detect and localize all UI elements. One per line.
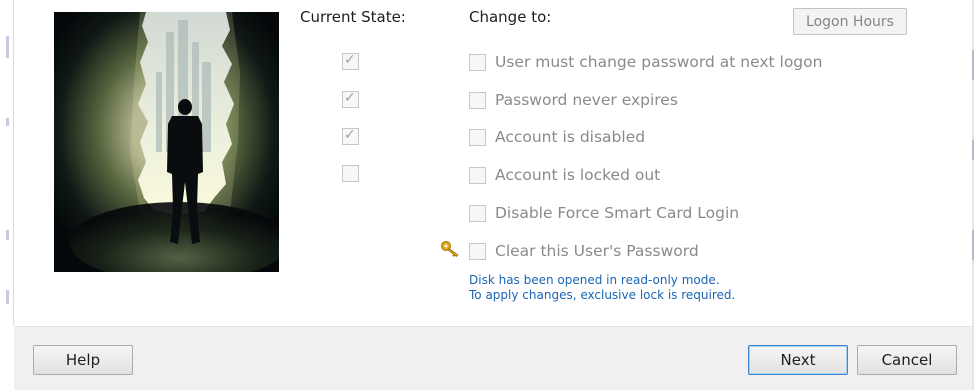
must-change-password-label: User must change password at next logon [495, 53, 823, 71]
option-password-never-expires[interactable]: Password never expires [469, 90, 678, 110]
logon-hours-button[interactable]: Logon Hours [793, 8, 907, 35]
option-clear-user-password[interactable]: Clear this User's Password [469, 241, 699, 261]
change-to-heading: Change to: [469, 8, 552, 26]
option-must-change-password[interactable]: User must change password at next logon [469, 52, 822, 72]
disable-force-smart-card-label: Disable Force Smart Card Login [495, 204, 740, 222]
window-left-edge [0, 0, 14, 325]
checkmark-icon: ✓ [344, 90, 356, 106]
read-only-notice-line: Disk has been opened in read-only mode. [469, 273, 720, 287]
clear-user-password-label: Clear this User's Password [495, 242, 699, 260]
option-account-disabled[interactable]: Account is disabled [469, 127, 645, 147]
option-disable-force-smart-card[interactable]: Disable Force Smart Card Login [469, 203, 739, 223]
cancel-button[interactable]: Cancel [857, 345, 957, 375]
clear-user-password-checkbox[interactable] [469, 242, 486, 260]
key-icon [440, 240, 462, 258]
edge-mark [6, 36, 9, 58]
edge-mark [6, 118, 9, 126]
password-never-expires-label: Password never expires [495, 91, 678, 109]
businessman-doorway-illustration [54, 12, 279, 272]
account-disabled-checkbox[interactable] [469, 128, 486, 146]
checkmark-icon: ✓ [344, 127, 356, 143]
must-change-password-checkbox[interactable] [469, 53, 486, 71]
checkmark-icon: ✓ [344, 52, 356, 68]
read-only-notice: Disk has been opened in read-only mode. … [469, 273, 735, 303]
current-state-disabled-checkbox: ✓ [342, 127, 359, 145]
next-button[interactable]: Next [748, 345, 848, 375]
current-state-locked-out-checkbox [342, 165, 359, 182]
edge-mark [6, 230, 9, 240]
help-button[interactable]: Help [33, 345, 133, 375]
disable-force-smart-card-checkbox[interactable] [469, 204, 486, 222]
edge-mark [6, 290, 9, 304]
exclusive-lock-notice-line: To apply changes, exclusive lock is requ… [469, 288, 736, 302]
password-never-expires-checkbox[interactable] [469, 91, 486, 109]
current-state-never-expires-checkbox: ✓ [342, 90, 359, 108]
option-account-locked-out[interactable]: Account is locked out [469, 165, 660, 185]
hero-image [54, 12, 279, 272]
current-state-must-change-password-checkbox: ✓ [342, 52, 359, 70]
current-state-heading: Current State: [300, 8, 406, 26]
account-locked-out-checkbox[interactable] [469, 166, 486, 184]
account-locked-out-label: Account is locked out [495, 166, 661, 184]
account-disabled-label: Account is disabled [495, 128, 646, 146]
